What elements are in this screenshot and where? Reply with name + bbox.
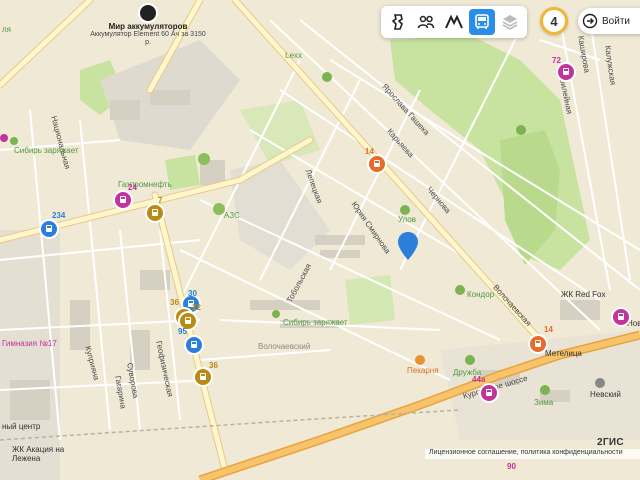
poi-label[interactable]: Сибирь заряжает: [14, 146, 79, 155]
people-button[interactable]: [413, 9, 439, 35]
park-icon[interactable]: [516, 125, 526, 135]
bus-stop-icon[interactable]: [0, 134, 8, 142]
ad-description: Аккумулятор Element 60 Ач за 3150 р.: [90, 31, 206, 46]
poi-label[interactable]: Пекарня: [407, 366, 439, 375]
login-label: Войти: [602, 15, 630, 27]
battery-icon: [140, 5, 156, 21]
gas-station-icon[interactable]: [198, 153, 210, 165]
poi-label[interactable]: ЖК Red Fox: [561, 290, 606, 299]
login-icon: [582, 13, 598, 29]
area-label: Волочаевский: [258, 342, 311, 351]
route-number: 234: [52, 211, 66, 220]
park-area: [345, 275, 395, 325]
shop-icon[interactable]: [455, 285, 465, 295]
people-icon: [417, 15, 435, 29]
bus-stop-icon[interactable]: [186, 337, 202, 353]
poi-label[interactable]: Нова: [627, 319, 640, 328]
route-number: 95: [178, 327, 187, 336]
route-number: 24: [128, 183, 137, 192]
mountain-button[interactable]: [441, 9, 467, 35]
bus-stop-icon[interactable]: [41, 221, 57, 237]
login-button[interactable]: Войти: [578, 8, 640, 34]
route-number: 7: [158, 196, 163, 205]
bus-stop-icon[interactable]: [115, 192, 131, 208]
map-canvas[interactable]: [0, 0, 640, 480]
mountain-icon: [445, 14, 463, 29]
map-toolbar: [381, 6, 527, 38]
route-number: 36: [170, 298, 179, 307]
bus-stop-icon[interactable]: [369, 156, 385, 172]
industrial-area: [0, 230, 60, 480]
poi-label[interactable]: ный центр: [2, 422, 40, 431]
route-number: 30: [188, 289, 197, 298]
transport-button[interactable]: [469, 9, 495, 35]
traffic-button[interactable]: [385, 9, 411, 35]
poi-label[interactable]: Сибирь заряжает: [283, 318, 348, 327]
shop-icon[interactable]: [400, 205, 410, 215]
poi-label[interactable]: Гимназия №17: [2, 339, 57, 348]
layers-button[interactable]: [497, 9, 523, 35]
poi-label[interactable]: ЖК Акация на Лежена: [12, 445, 72, 463]
poi-label[interactable]: Метелица: [545, 349, 582, 358]
shop-icon[interactable]: [540, 385, 550, 395]
traffic-light-icon: [391, 14, 403, 30]
building-icon[interactable]: [595, 378, 605, 388]
route-number: 90: [507, 462, 516, 471]
charging-icon[interactable]: [10, 137, 18, 145]
poi-label[interactable]: Lexx: [285, 51, 302, 60]
ad-title: Мир аккумуляторов: [108, 22, 188, 31]
bus-stop-icon[interactable]: [481, 385, 497, 401]
bus-icon: [475, 14, 489, 29]
bus-stop-icon[interactable]: [530, 336, 546, 352]
shop-icon[interactable]: [322, 72, 332, 82]
gas-station-icon[interactable]: [213, 203, 225, 215]
poi-label[interactable]: Невский: [590, 390, 621, 399]
license-link[interactable]: Лицензионное соглашение, политика конфид…: [425, 449, 640, 459]
route-number: 14: [544, 325, 553, 334]
shop-icon[interactable]: [465, 355, 475, 365]
bus-stop-icon[interactable]: [147, 205, 163, 221]
poi-label[interactable]: Зима: [534, 398, 553, 407]
bakery-icon[interactable]: [415, 355, 425, 365]
bus-stop-icon[interactable]: [558, 64, 574, 80]
route-number: 14: [365, 147, 374, 156]
brand-logo[interactable]: 2ГИС: [597, 437, 624, 448]
poi-label[interactable]: Кондор: [467, 290, 494, 299]
ad-marker[interactable]: Мир аккумуляторов Аккумулятор Element 60…: [88, 5, 208, 47]
poi-label[interactable]: Газпромнефть: [118, 180, 172, 189]
route-number: 44a: [472, 375, 486, 384]
location-pin-icon[interactable]: [396, 231, 420, 261]
route-number: 22: [192, 303, 201, 312]
layers-icon: [502, 15, 518, 30]
bus-stop-icon[interactable]: [613, 309, 629, 325]
route-number: 72: [552, 56, 561, 65]
charging-icon[interactable]: [272, 310, 280, 318]
bus-stop-icon[interactable]: [195, 369, 211, 385]
poi-label[interactable]: Улов: [398, 215, 416, 224]
poi-label[interactable]: ля: [2, 25, 11, 34]
poi-label[interactable]: АЗС: [224, 211, 240, 220]
route-number: 36: [209, 361, 218, 370]
notification-counter[interactable]: 4: [540, 7, 568, 35]
